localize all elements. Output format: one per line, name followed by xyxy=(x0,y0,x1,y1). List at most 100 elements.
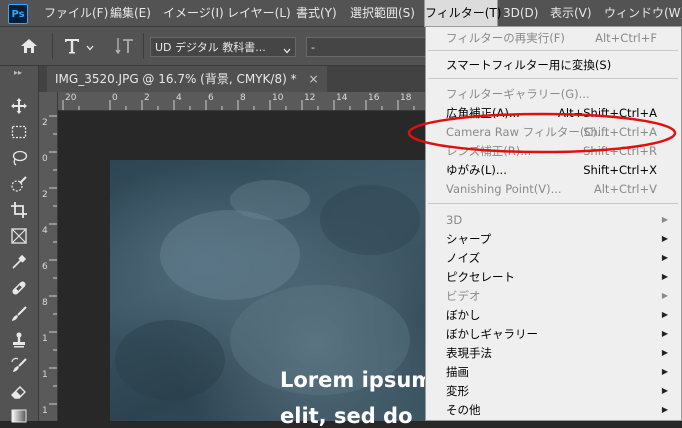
ruler-label: 4 xyxy=(176,93,182,103)
submenu-arrow-icon: ▶ xyxy=(661,367,668,376)
options-separator xyxy=(52,33,53,59)
submenu-arrow-icon: ▶ xyxy=(661,329,668,338)
home-icon[interactable] xyxy=(18,35,40,57)
filter-dropdown-menu: フィルターの再実行(F) Alt+Ctrl+F スマートフィルター用に変換(S)… xyxy=(425,26,682,421)
ruler-label: 2 xyxy=(42,190,48,200)
submenu-arrow-icon: ▶ xyxy=(661,253,668,262)
ruler-label: 16 xyxy=(368,93,380,103)
menu-edit[interactable]: 編集(E) xyxy=(110,0,151,26)
ruler-label: 6 xyxy=(42,262,48,272)
ruler-label: 8 xyxy=(240,93,246,103)
canvas-text-line1: Lorem ipsum xyxy=(280,368,434,392)
submenu-arrow-icon: ▶ xyxy=(661,405,668,414)
submenu-arrow-icon: ▶ xyxy=(661,386,668,395)
menu-item-video[interactable]: ビデオ xyxy=(446,287,481,305)
menu-shortcut: Alt+Ctrl+V xyxy=(593,182,657,196)
menu-item-repeat-filter[interactable]: フィルターの再実行(F) xyxy=(446,29,565,47)
menu-filter[interactable]: フィルター(T) xyxy=(424,0,501,27)
ruler-label: 14 xyxy=(336,93,348,103)
menu-item-other[interactable]: その他 xyxy=(446,401,481,419)
text-orientation-icon[interactable] xyxy=(114,35,136,57)
crop-tool-icon[interactable] xyxy=(9,200,29,220)
ruler-label: 12 xyxy=(304,93,316,103)
menu-shortcut: Alt+Ctrl+F xyxy=(595,31,657,45)
menu-image[interactable]: イメージ(I) xyxy=(163,0,224,26)
document-canvas[interactable]: Lorem ipsum elit, sed do xyxy=(110,160,433,428)
menu-type[interactable]: 書式(Y) xyxy=(296,0,337,26)
submenu-arrow-icon: ▶ xyxy=(661,310,668,319)
menu-window[interactable]: ウィンドウ(W) xyxy=(604,0,682,26)
menu-item-liquify[interactable]: ゆがみ(L)... xyxy=(446,161,507,179)
healing-brush-tool-icon[interactable] xyxy=(9,278,29,298)
menu-item-render[interactable]: 描画 xyxy=(446,363,469,381)
eraser-tool-icon[interactable] xyxy=(9,382,29,402)
font-style-value: - xyxy=(311,41,315,54)
ruler-label: 8 xyxy=(42,298,48,308)
collapse-panel-icon[interactable]: ▸▸ xyxy=(14,68,22,77)
menu-item-3d[interactable]: 3D xyxy=(446,211,462,229)
marquee-tool-icon[interactable] xyxy=(9,122,29,142)
ruler-label: 0 xyxy=(112,93,118,103)
ruler-label: 1 xyxy=(42,370,48,380)
menu-file[interactable]: ファイル(F) xyxy=(44,0,108,26)
history-brush-tool-icon[interactable] xyxy=(9,356,29,376)
submenu-arrow-icon: ▶ xyxy=(661,291,668,300)
menu-item-stylize[interactable]: 表現手法 xyxy=(446,344,492,362)
close-tab-icon[interactable]: × xyxy=(308,72,318,86)
menu-item-pixelate[interactable]: ピクセレート xyxy=(446,268,515,286)
chevron-down-icon[interactable] xyxy=(86,41,94,51)
brush-tool-icon[interactable] xyxy=(9,304,29,324)
menu-separator xyxy=(428,78,678,79)
quick-selection-tool-icon[interactable] xyxy=(9,174,29,194)
menu-select[interactable]: 選択範囲(S) xyxy=(350,0,415,26)
ruler-label: 1 xyxy=(42,334,48,344)
menu-bar: Ps ファイル(F) 編集(E) イメージ(I) レイヤー(L) 書式(Y) 選… xyxy=(0,0,682,27)
submenu-arrow-icon: ▶ xyxy=(661,348,668,357)
highlight-ellipse xyxy=(407,112,677,154)
ruler-label: 2 xyxy=(42,118,48,128)
canvas-text-line2: elit, sed do xyxy=(280,404,413,428)
menu-item-filter-gallery[interactable]: フィルターギャラリー(G)... xyxy=(446,85,590,103)
menu-item-convert-smart-filter[interactable]: スマートフィルター用に変換(S) xyxy=(446,56,611,74)
submenu-arrow-icon: ▶ xyxy=(661,215,668,224)
ruler-label: 4 xyxy=(42,226,48,236)
move-tool-icon[interactable] xyxy=(9,96,29,116)
gradient-tool-icon[interactable] xyxy=(9,406,29,426)
ruler-label: 0 xyxy=(42,154,48,164)
submenu-arrow-icon: ▶ xyxy=(661,272,668,281)
font-family-select[interactable]: UD デジタル 教科書... xyxy=(150,37,296,57)
ruler-label: 6 xyxy=(208,93,214,103)
font-family-value: UD デジタル 教科書... xyxy=(155,41,266,54)
document-tab[interactable]: IMG_3520.JPG @ 16.7% (背景, CMYK/8) * × xyxy=(47,66,327,92)
eyedropper-tool-icon[interactable] xyxy=(9,252,29,272)
ruler-label: 2 xyxy=(144,93,150,103)
submenu-arrow-icon: ▶ xyxy=(661,234,668,243)
menu-item-noise[interactable]: ノイズ xyxy=(446,249,480,267)
options-separator xyxy=(143,33,144,59)
menu-item-distort[interactable]: 変形 xyxy=(446,382,469,400)
menu-shortcut: Shift+Ctrl+X xyxy=(583,163,657,177)
tools-panel: ▸▸ xyxy=(0,66,39,423)
menu-item-blur[interactable]: ぼかし xyxy=(446,306,481,324)
menu-item-blur-gallery[interactable]: ぼかしギャラリー xyxy=(446,325,538,343)
document-tab-title: IMG_3520.JPG @ 16.7% (背景, CMYK/8) * xyxy=(55,72,297,86)
ruler-label: 1 xyxy=(42,406,48,416)
vertical-ruler[interactable]: 2 0 2 4 6 8 1 1 1 xyxy=(39,92,58,421)
type-tool-icon[interactable] xyxy=(62,35,82,57)
ruler-label: 18 xyxy=(400,93,412,103)
menu-separator xyxy=(428,203,678,204)
ruler-label: 10 xyxy=(272,93,284,103)
menu-item-vanishing-point[interactable]: Vanishing Point(V)... xyxy=(446,180,562,198)
chevron-down-icon[interactable] xyxy=(283,44,291,54)
clone-stamp-tool-icon[interactable] xyxy=(9,330,29,350)
photoshop-logo-icon: Ps xyxy=(8,4,28,24)
menu-item-sharpen[interactable]: シャープ xyxy=(446,230,491,248)
lasso-tool-icon[interactable] xyxy=(9,148,29,168)
menu-separator xyxy=(428,50,678,51)
menu-3d[interactable]: 3D(D) xyxy=(503,0,538,26)
menu-view[interactable]: 表示(V) xyxy=(550,0,592,26)
menu-layer[interactable]: レイヤー(L) xyxy=(227,0,291,26)
font-style-select[interactable]: - xyxy=(306,37,426,57)
frame-tool-icon[interactable] xyxy=(9,226,29,246)
ruler-label: 20 xyxy=(65,93,77,103)
